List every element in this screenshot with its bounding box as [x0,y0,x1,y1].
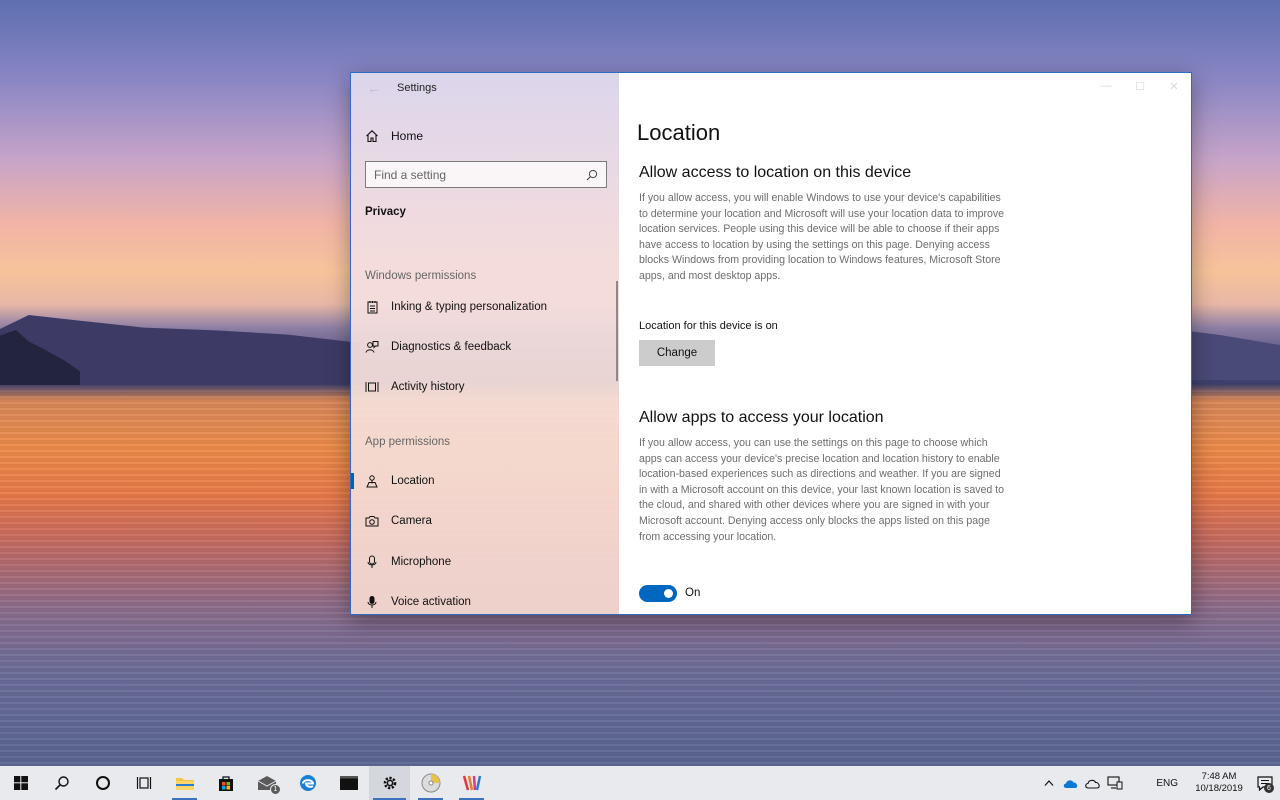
clock[interactable]: 7:48 AM 10/18/2019 [1188,771,1250,795]
store-button[interactable] [205,766,246,800]
settings-content: — ☐ ✕ Location Allow access to location … [619,73,1191,614]
window-titlebar[interactable]: ← Settings [351,73,619,103]
sidebar-item-camera[interactable]: Camera [351,506,617,536]
sidebar-item-home[interactable]: Home [351,124,619,148]
page-title: Location [637,120,721,145]
folder-icon [175,778,194,790]
taskbar-search-icon [54,776,69,791]
onedrive-tray-button[interactable] [1060,766,1082,800]
section-title-privacy: Privacy [365,206,406,218]
start-button[interactable] [0,766,41,800]
window-title: Settings [397,82,437,94]
action-center-button[interactable]: 6 [1250,766,1280,800]
cloud-outline-icon [1085,779,1101,789]
cortana-button[interactable] [82,766,123,800]
microphone-icon [365,555,379,569]
sidebar-item-inking-typing[interactable]: Inking & typing personalization [351,292,617,322]
task-view-icon [136,777,151,789]
notification-count-badge: 6 [1264,783,1274,793]
apps-access-heading: Allow apps to access your location [639,409,884,426]
sidebar-item-label: Inking & typing personalization [391,301,547,313]
sidebar-item-label: Activity history [391,381,465,393]
sidebar-item-label: Microphone [391,556,452,568]
change-button[interactable]: Change [639,340,715,366]
home-label: Home [391,129,424,143]
group-label-app-permissions: App permissions [365,436,451,448]
volume-icon [1134,781,1138,785]
toggle-knob [664,589,673,598]
sidebar-item-diagnostics-feedback[interactable]: Diagnostics & feedback [351,332,617,362]
apps-access-description: If you allow access, you can use the set… [639,437,1005,543]
sidebar-item-voice-activation[interactable]: Voice activation [351,587,617,614]
windows-logo-icon [13,776,28,790]
show-hidden-icons-button[interactable] [1038,766,1060,800]
device-access-description: If you allow access, you will enable Win… [639,192,1005,282]
store-bag-icon [218,776,233,791]
sidebar-scrollbar[interactable] [616,281,618,381]
taskbar: 1 ENG 7:48 AM 10/18/2019 6 [0,766,1280,800]
device-access-heading: Allow access to location on this device [639,164,912,181]
close-button[interactable]: ✕ [1157,73,1191,99]
cloud-sync-tray-button[interactable] [1082,766,1104,800]
sidebar-item-location[interactable]: Location [351,466,617,496]
gear-icon [383,776,396,790]
back-arrow-icon[interactable]: ← [351,73,397,103]
network-tray-button[interactable] [1104,766,1126,800]
task-view-button[interactable] [123,766,164,800]
cloud-icon [1064,779,1078,788]
cortana-circle-icon [95,776,110,790]
terminal-icon [339,776,358,790]
clock-time: 7:48 AM [1201,771,1237,782]
timeline-icon [365,380,379,394]
window-controls: — ☐ ✕ [1089,73,1191,103]
settings-window: ← Settings Home Privacy Windows permissi… [350,72,1192,615]
group-label-windows-permissions: Windows permissions [365,270,477,282]
volume-tray-button[interactable] [1126,766,1146,800]
apps-location-toggle[interactable] [639,585,677,602]
search-box[interactable] [365,161,607,188]
input-language-indicator[interactable]: ENG [1146,778,1188,789]
sidebar-item-label: Location [391,475,435,487]
voice-icon [365,595,379,609]
home-icon [365,129,379,143]
edge-browser-icon [299,775,316,791]
sidebar-item-label: Camera [391,515,432,527]
mail-button[interactable]: 1 [246,766,287,800]
sidebar-item-microphone[interactable]: Microphone [351,547,617,577]
maximize-button[interactable]: ☐ [1123,73,1157,99]
wallpaper-mountain-right [1180,330,1280,380]
minimize-button[interactable]: — [1089,73,1123,99]
clock-date: 10/18/2019 [1195,783,1243,794]
mail-badge: 1 [270,784,281,795]
sidebar-item-label: Voice activation [391,596,471,608]
disc-icon [421,773,440,793]
search-button[interactable] [41,766,82,800]
edge-button[interactable] [287,766,328,800]
settings-taskbar-button[interactable] [369,766,410,800]
terminal-button[interactable] [328,766,369,800]
device-location-status: Location for this device is on [639,320,778,332]
search-input[interactable] [374,167,586,182]
system-tray: ENG 7:48 AM 10/18/2019 6 [1038,766,1280,800]
app-stripes-icon [462,775,481,791]
chevron-up-icon [1044,780,1054,786]
sidebar-item-label: Diagnostics & feedback [391,341,512,353]
dvd-app-button[interactable] [410,766,451,800]
camera-icon [365,514,379,528]
network-icon [1107,776,1123,790]
location-icon [365,474,379,488]
settings-sidebar: ← Settings Home Privacy Windows permissi… [351,73,619,614]
toggle-state-label: On [685,587,701,599]
file-explorer-button[interactable] [164,766,205,800]
feedback-icon [365,340,379,354]
app-w-button[interactable] [451,766,492,800]
search-icon[interactable] [586,169,598,181]
notepad-icon [365,300,379,314]
sidebar-item-activity-history[interactable]: Activity history [351,372,617,402]
